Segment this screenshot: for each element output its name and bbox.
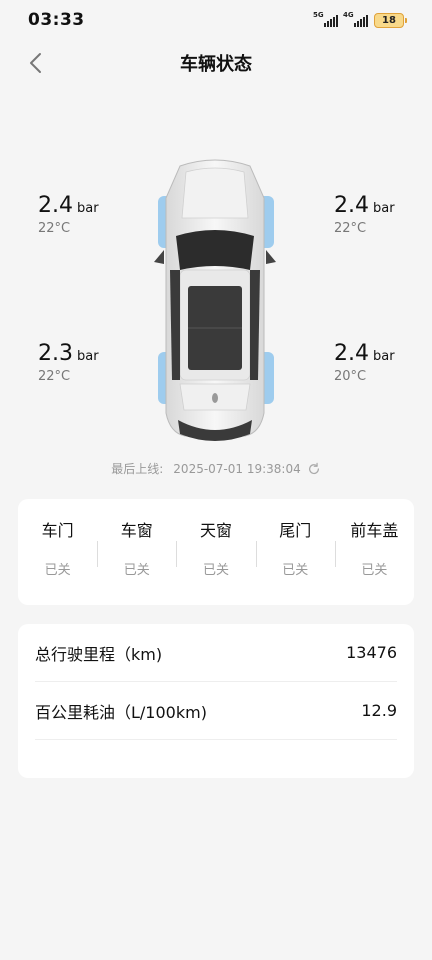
status-label: 车门 bbox=[41, 521, 74, 540]
last-online-value: 2025-07-01 19:38:04 bbox=[173, 461, 301, 476]
tire-unit: bar bbox=[77, 349, 99, 364]
stat-value: 12.9 bbox=[361, 701, 397, 720]
stat-label: 总行驶里程（km) bbox=[35, 644, 163, 664]
car-top-view-image bbox=[154, 159, 276, 441]
status-value: 已关 bbox=[361, 563, 388, 578]
tire-pressure: 2.3 bbox=[38, 341, 73, 366]
status-tailgate: 尾门 已关 bbox=[255, 517, 335, 605]
tire-pressure: 2.4 bbox=[334, 193, 369, 218]
refresh-icon[interactable] bbox=[307, 462, 321, 476]
stat-row-mileage: 总行驶里程（km) 13476 bbox=[35, 624, 397, 682]
status-icons: 5G 4G 18 bbox=[313, 11, 407, 28]
stat-label: 百公里耗油（L/100km) bbox=[35, 702, 207, 722]
sim1-label: 5G bbox=[313, 11, 324, 19]
status-door: 车门 已关 bbox=[18, 517, 97, 605]
tire-temperature: 22°C bbox=[38, 221, 71, 236]
tire-rear-left: 2.3 bar 22°C bbox=[38, 341, 148, 384]
back-button[interactable] bbox=[22, 50, 48, 76]
status-label: 车窗 bbox=[120, 521, 153, 540]
sim2-label: 4G bbox=[343, 11, 354, 19]
tire-unit: bar bbox=[373, 201, 395, 216]
tire-front-right: 2.4 bar 22°C bbox=[334, 193, 432, 236]
closure-status-card: 车门 已关 车窗 已关 天窗 已关 尾门 已关 前车盖 已关 bbox=[18, 499, 414, 605]
tire-unit: bar bbox=[373, 349, 395, 364]
page-title: 车辆状态 bbox=[180, 54, 252, 75]
tire-unit: bar bbox=[77, 201, 99, 216]
battery-level: 18 bbox=[382, 14, 396, 26]
signal-5g-icon: 5G bbox=[313, 11, 338, 27]
status-label: 尾门 bbox=[279, 521, 312, 540]
status-label: 前车盖 bbox=[350, 521, 399, 540]
header: 车辆状态 bbox=[0, 40, 432, 86]
status-hood: 前车盖 已关 bbox=[334, 517, 414, 605]
status-value: 已关 bbox=[203, 563, 230, 578]
tire-front-left: 2.4 bar 22°C bbox=[38, 193, 148, 236]
signal-4g-icon: 4G bbox=[343, 11, 368, 27]
tire-temperature: 22°C bbox=[334, 221, 367, 236]
vehicle-stats-card: 总行驶里程（km) 13476 百公里耗油（L/100km) 12.9 bbox=[18, 624, 414, 778]
status-value: 已关 bbox=[282, 563, 309, 578]
status-window: 车窗 已关 bbox=[97, 517, 176, 605]
last-online-label: 最后上线: bbox=[111, 462, 164, 476]
tire-rear-right: 2.4 bar 20°C bbox=[334, 341, 432, 384]
tire-pressure: 2.4 bbox=[334, 341, 369, 366]
last-online: 最后上线: 2025-07-01 19:38:04 bbox=[0, 460, 432, 477]
status-bar: 03:33 5G 4G 18 bbox=[0, 0, 432, 40]
stat-row-fuel: 百公里耗油（L/100km) 12.9 bbox=[35, 682, 397, 740]
status-label: 天窗 bbox=[200, 521, 233, 540]
tire-temperature: 20°C bbox=[334, 369, 367, 384]
status-sunroof: 天窗 已关 bbox=[176, 517, 255, 605]
stat-value: 13476 bbox=[346, 643, 397, 662]
battery-icon: 18 bbox=[374, 12, 407, 28]
chevron-left-icon bbox=[30, 53, 41, 73]
status-value: 已关 bbox=[123, 563, 150, 578]
clock: 03:33 bbox=[28, 10, 85, 30]
tire-pressure: 2.4 bbox=[38, 193, 73, 218]
tire-temperature: 22°C bbox=[38, 369, 71, 384]
status-value: 已关 bbox=[44, 563, 71, 578]
